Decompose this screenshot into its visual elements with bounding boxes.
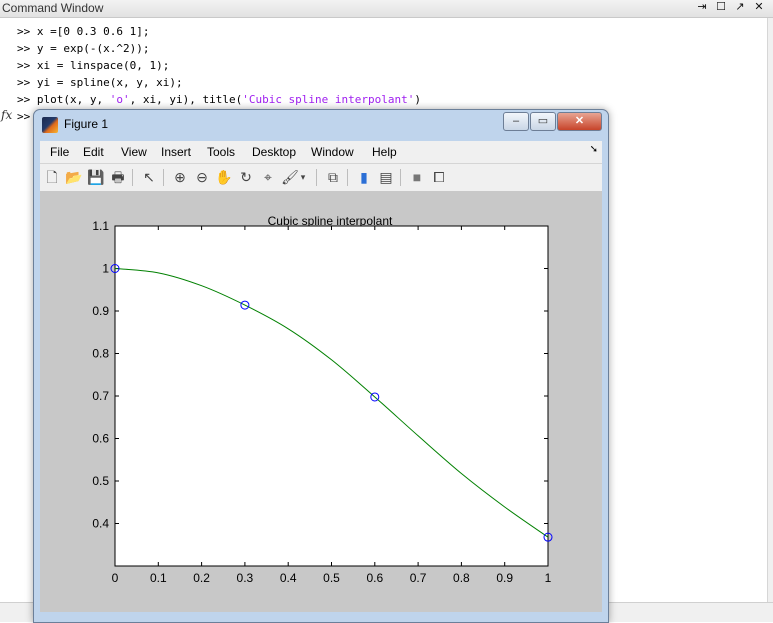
new-figure-icon[interactable]: 🗋 — [43, 168, 61, 186]
print-icon[interactable]: 🖶 — [109, 168, 127, 186]
command-line: >> plot(x, y, 'o', xi, yi), title('Cubic… — [17, 93, 422, 106]
figure-titlebar[interactable]: Figure 1 ‒ ▭ ✕ — [34, 110, 608, 140]
legend-icon[interactable]: ▤ — [377, 168, 395, 186]
command-line: >> xi = linspace(0, 1); — [17, 59, 170, 72]
y-tick-label: 0.6 — [92, 432, 109, 446]
figure-canvas[interactable]: Cubic spline interpolant 0 0.1 0.2 0.3 0.4 0.… — [40, 192, 602, 612]
command-window-controls: ⇥ ☐ ↗ ✕ — [696, 0, 765, 13]
toolbar-separator — [163, 169, 164, 186]
brush-dropdown-icon[interactable]: ▾ — [298, 168, 308, 186]
close-icon[interactable]: ✕ — [753, 0, 765, 13]
y-tick-label: 0.9 — [92, 304, 109, 318]
command-line: >> x =[0 0.3 0.6 1]; — [17, 25, 150, 38]
x-tick-label: 0.8 — [453, 571, 470, 585]
x-tick-label: 0.9 — [496, 571, 513, 585]
colorbar-icon[interactable]: ▮ — [355, 168, 373, 186]
hide-plot-tools-icon[interactable]: ■ — [408, 168, 426, 186]
figure-window[interactable]: Figure 1 ‒ ▭ ✕ File Edit View Insert Too… — [33, 109, 609, 623]
y-tick-label: 1.1 — [92, 219, 109, 233]
figure-bottom-edge — [40, 612, 602, 620]
toolbar-separator — [347, 169, 348, 186]
figure-toolbar: 🗋 📂 💾 🖶 ↖ ⊕ ⊖ ✋ ↻ ⌖ 🖌 ▾ ⧉ ▮ ▤ ■ ⧠ — [40, 164, 602, 192]
zoom-out-icon[interactable]: ⊖ — [193, 168, 211, 186]
data-cursor-icon[interactable]: ⌖ — [259, 168, 277, 186]
menu-tools[interactable]: Tools — [207, 145, 235, 159]
x-tick-label: 0.5 — [323, 571, 340, 585]
matlab-logo-icon — [42, 117, 58, 133]
open-file-icon[interactable]: 📂 — [65, 168, 83, 186]
menu-desktop[interactable]: Desktop — [252, 145, 296, 159]
axes-box[interactable] — [114, 225, 549, 567]
menu-view[interactable]: View — [121, 145, 147, 159]
menubar-dock-arrow-icon[interactable]: ➘ — [590, 144, 598, 155]
undock-icon[interactable]: ⇥ — [696, 0, 708, 13]
figure-menubar: File Edit View Insert Tools Desktop Wind… — [40, 141, 602, 164]
command-window-scrollbar[interactable] — [767, 18, 773, 602]
toolbar-separator — [132, 169, 133, 186]
zoom-in-icon[interactable]: ⊕ — [171, 168, 189, 186]
maximize-button[interactable]: ▭ — [530, 112, 556, 131]
command-window-title: Command Window — [2, 1, 104, 15]
y-tick-label: 0.5 — [92, 474, 109, 488]
menu-window[interactable]: Window — [311, 145, 354, 159]
menu-edit[interactable]: Edit — [83, 145, 104, 159]
minimize-button[interactable]: ‒ — [503, 112, 529, 131]
x-tick-label: 0.2 — [193, 571, 210, 585]
current-prompt[interactable]: >> — [17, 108, 30, 125]
toolbar-separator — [400, 169, 401, 186]
toolbar-separator — [316, 169, 317, 186]
show-plot-tools-icon[interactable]: ⧠ — [430, 168, 448, 186]
figure-title: Figure 1 — [64, 117, 109, 131]
link-plot-icon[interactable]: ⧉ — [324, 168, 342, 186]
x-tick-label: 0.6 — [366, 571, 383, 585]
edit-plot-arrow-icon[interactable]: ↖ — [140, 168, 158, 186]
popout-icon[interactable]: ↗ — [734, 0, 746, 13]
rotate-3d-icon[interactable]: ↻ — [237, 168, 255, 186]
y-tick-label: 0.8 — [92, 347, 109, 361]
x-tick-label: 0.3 — [237, 571, 254, 585]
command-line: >> y = exp(-(x.^2)); — [17, 42, 150, 55]
y-tick-label: 0.7 — [92, 389, 109, 403]
menu-help[interactable]: Help — [372, 145, 397, 159]
figure-window-buttons: ‒ ▭ ✕ — [502, 112, 602, 131]
y-tick-label: 1 — [102, 262, 109, 276]
x-tick-label: 0.4 — [280, 571, 297, 585]
chart-svg[interactable]: Cubic spline interpolant 0 0.1 0.2 0.3 0.4 0.… — [40, 192, 602, 612]
brush-icon[interactable]: 🖌 — [281, 168, 299, 186]
command-window-titlebar: Command Window ⇥ ☐ ↗ ✕ — [0, 0, 773, 18]
command-line: >> yi = spline(x, y, xi); — [17, 76, 183, 89]
menu-file[interactable]: File — [50, 145, 69, 159]
x-tick-label: 0 — [112, 571, 119, 585]
x-tick-label: 0.1 — [150, 571, 167, 585]
menu-insert[interactable]: Insert — [161, 145, 191, 159]
save-icon[interactable]: 💾 — [87, 168, 105, 186]
x-tick-label: 1 — [545, 571, 552, 585]
close-button[interactable]: ✕ — [557, 112, 602, 131]
pan-hand-icon[interactable]: ✋ — [215, 168, 233, 186]
y-tick-label: 0.4 — [92, 517, 109, 531]
x-tick-label: 0.7 — [410, 571, 427, 585]
function-browser-icon[interactable]: fx — [1, 108, 12, 122]
maximize-icon[interactable]: ☐ — [715, 0, 727, 13]
